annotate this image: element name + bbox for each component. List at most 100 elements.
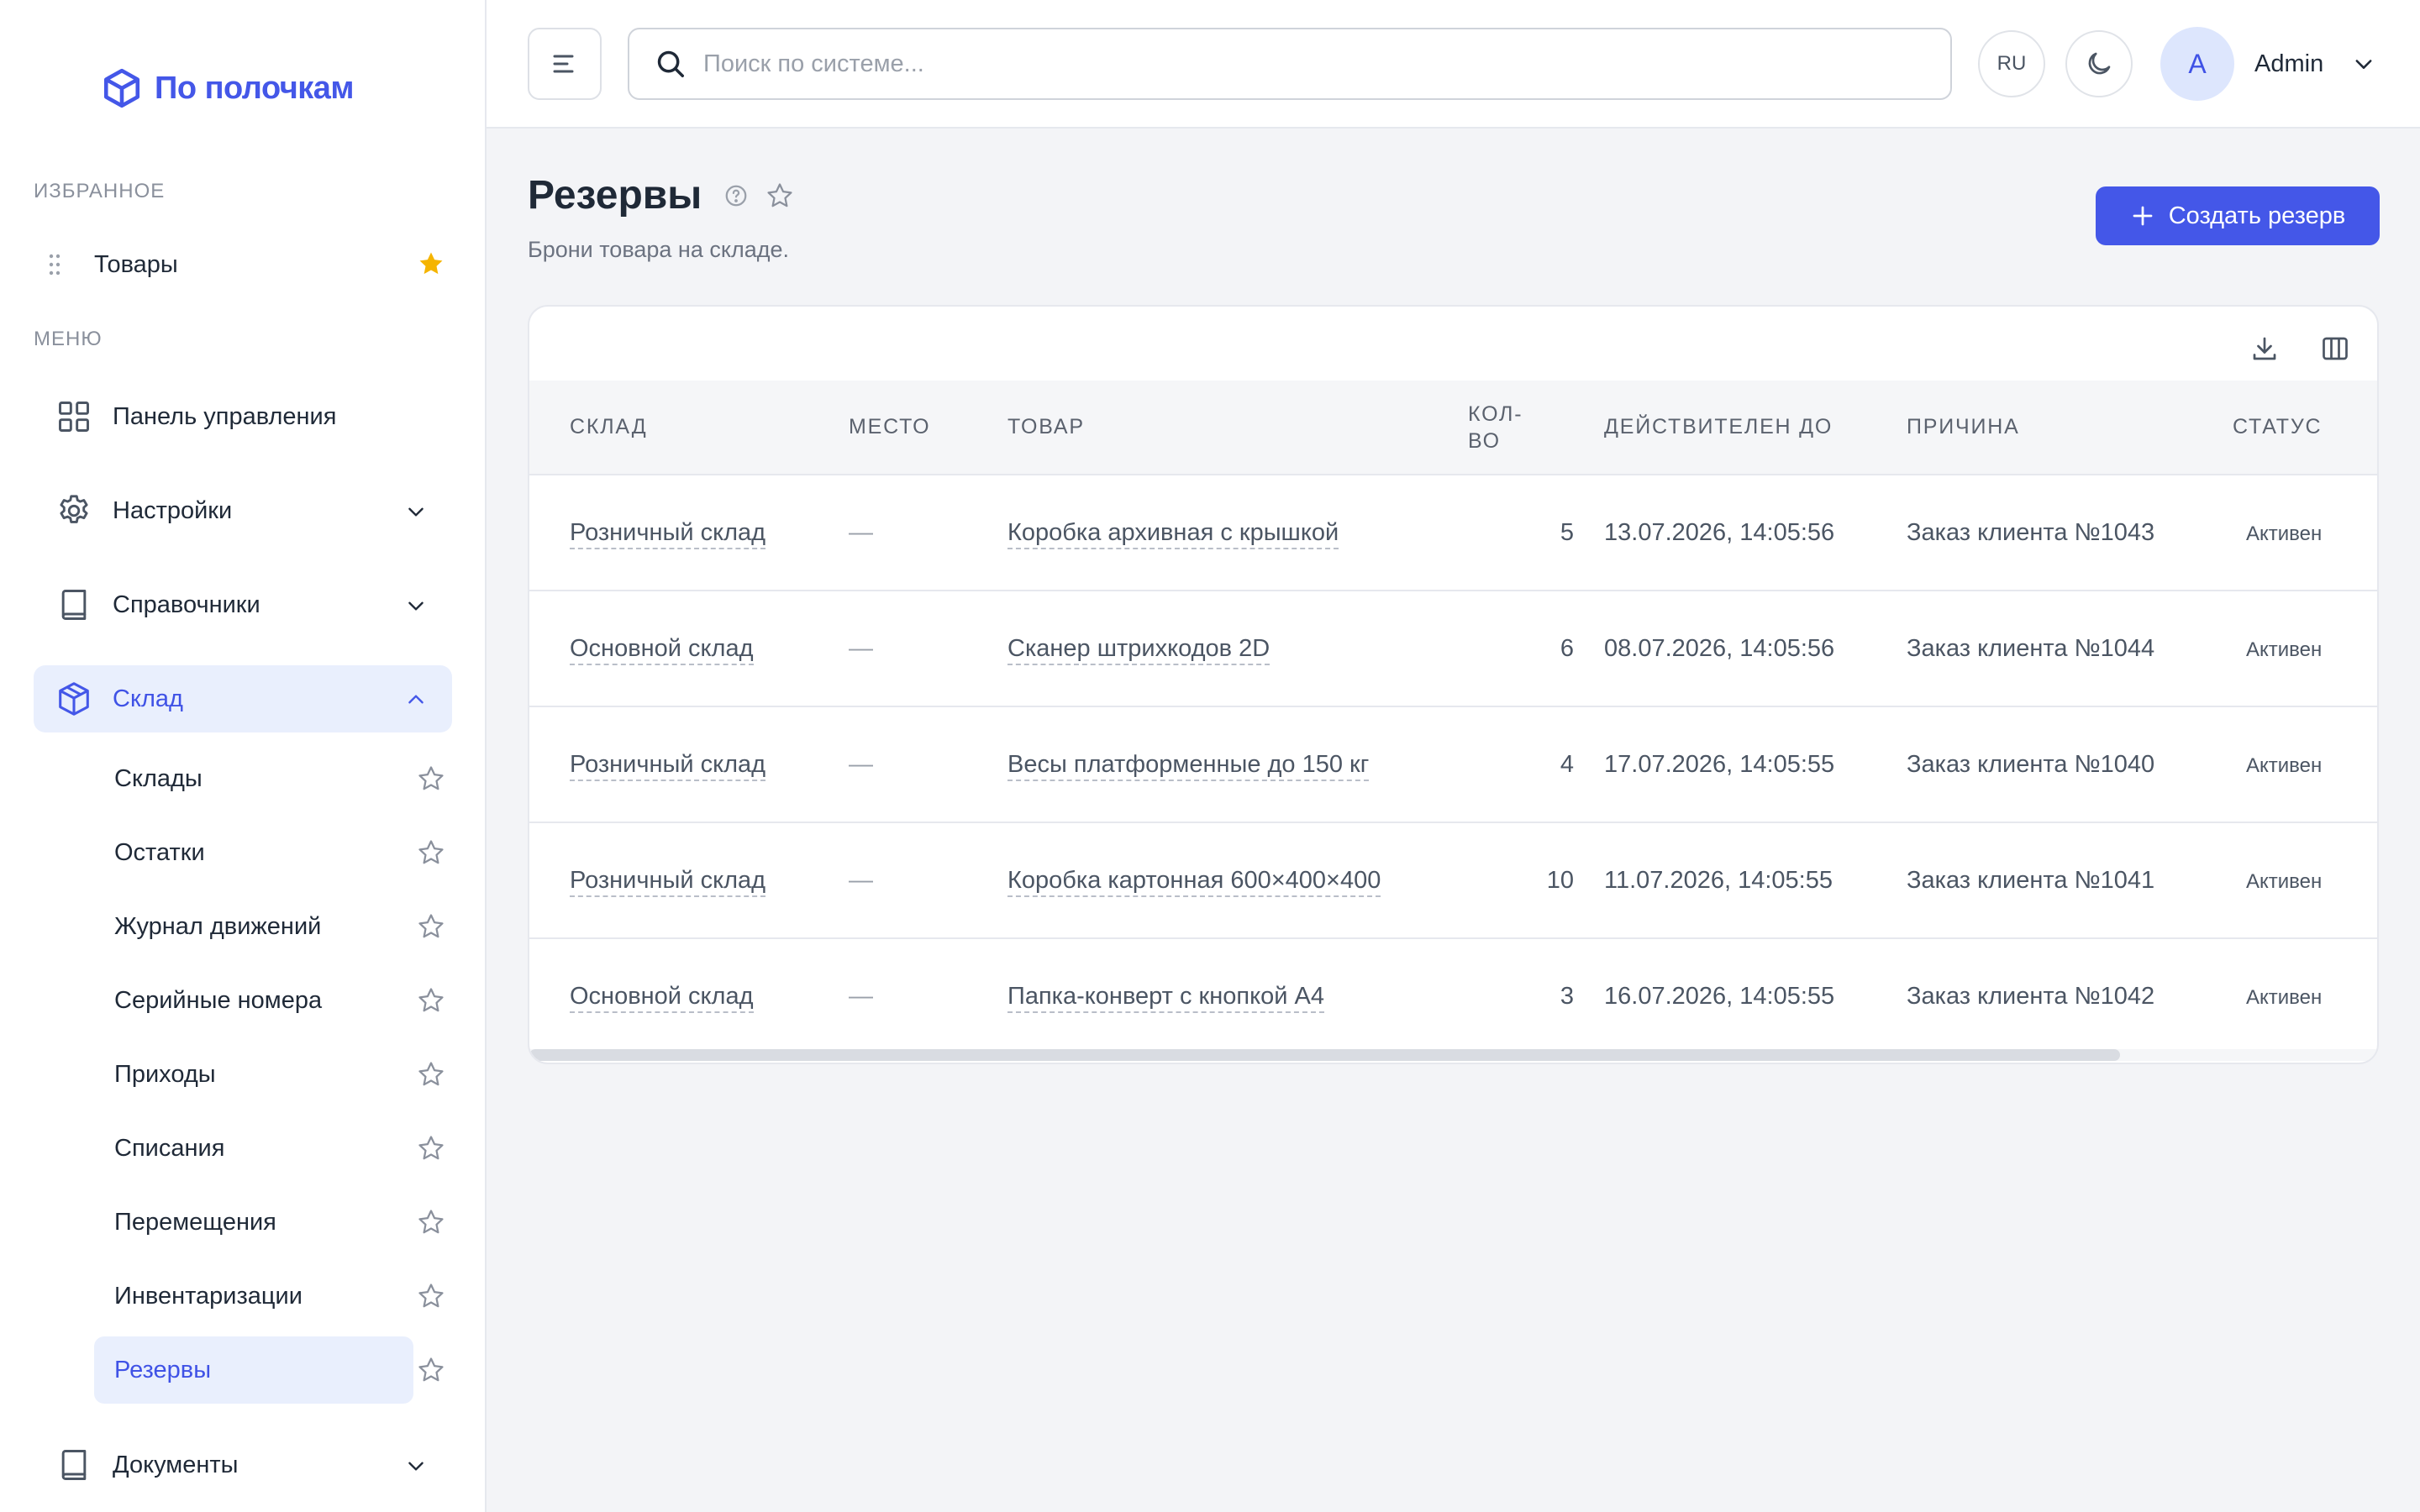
table-header-row: СКЛАД МЕСТО ТОВАР КОЛ- ВО ДЕЙСТВИТЕЛЕН Д… [529,381,2377,475]
column-header-warehouse[interactable]: СКЛАД [529,381,849,475]
drag-handle-icon[interactable] [42,254,67,276]
table-toolbar [2248,332,2352,365]
sidebar-subitem-stock[interactable]: Остатки [94,819,413,886]
sidebar-subitem-label: Склады [114,764,203,792]
columns-icon[interactable] [2318,332,2352,365]
status-badge: Активен [2246,753,2323,777]
book-icon [52,583,96,627]
menu-section-label: МЕНЮ [34,328,103,350]
reason-cell: Заказ клиента №1040 [1907,750,2155,778]
star-outline-icon[interactable] [765,181,794,210]
warehouse-link[interactable]: Розничный склад [570,866,766,897]
sidebar-subitem-transfers[interactable]: Перемещения [94,1189,413,1256]
column-header-place[interactable]: МЕСТО [849,381,1007,475]
star-outline-icon[interactable] [417,1060,445,1089]
star-filled-icon[interactable] [417,249,445,282]
chevron-up-icon [405,689,427,715]
sidebar-subitem-movement-log[interactable]: Журнал движений [94,893,413,960]
column-header-qty[interactable]: КОЛ- ВО [1468,381,1574,475]
sidebar-item-label: Склад [113,685,183,712]
product-link[interactable]: Сканер штрихкодов 2D [1007,634,1270,665]
warehouse-link[interactable]: Розничный склад [570,518,766,549]
valid-until-cell: 08.07.2026, 14:05:56 [1604,634,1835,662]
theme-toggle-button[interactable] [2065,30,2133,97]
column-header-valid-until[interactable]: ДЕЙСТВИТЕЛЕН ДО [1574,381,1876,475]
sidebar-item-references[interactable]: Справочники [34,571,452,638]
valid-until-cell: 16.07.2026, 14:05:55 [1604,983,1835,1010]
table-row[interactable]: Розничный склад — Коробка картонная 600×… [529,822,2377,938]
column-header-product[interactable]: ТОВАР [1007,381,1468,475]
sidebar: По полочкам ИЗБРАННОЕ Товары МЕНЮ Панель… [0,0,487,1512]
sidebar-subitem-label: Перемещения [114,1208,276,1236]
star-outline-icon[interactable] [417,838,445,867]
moon-icon [2088,52,2111,75]
warehouse-link[interactable]: Основной склад [570,634,754,665]
user-menu[interactable]: A Admin [2160,25,2375,102]
sidebar-subitem-label: Списания [114,1134,225,1162]
product-link[interactable]: Весы платформенные до 150 кг [1007,750,1370,781]
sidebar-item-dashboard[interactable]: Панель управления [34,383,452,450]
product-link[interactable]: Коробка архивная с крышкой [1007,518,1339,549]
star-outline-icon[interactable] [417,1356,445,1384]
favorites-section-label: ИЗБРАННОЕ [34,180,166,202]
place-cell: — [849,634,873,662]
page-title: Резервы [528,173,702,218]
sidebar-subitem-reserves[interactable]: Резервы [94,1336,413,1404]
column-header-reason[interactable]: ПРИЧИНА [1876,381,2202,475]
menu-toggle-button[interactable] [528,28,602,100]
sidebar-subitem-serial-numbers[interactable]: Серийные номера [94,967,413,1034]
qty-cell: 5 [1560,518,1574,546]
sidebar-subitem-label: Журнал движений [114,912,322,940]
plus-icon [2133,206,2153,226]
download-icon[interactable] [2248,332,2281,365]
reserves-table: СКЛАД МЕСТО ТОВАР КОЛ- ВО ДЕЙСТВИТЕЛЕН Д… [529,381,2377,1054]
chevron-down-icon [2352,52,2375,76]
box-icon [52,677,96,721]
column-header-status[interactable]: СТАТУС [2202,381,2377,475]
star-outline-icon[interactable] [417,1282,445,1310]
sidebar-item-label: Настройки [113,496,233,524]
product-link[interactable]: Коробка картонная 600×400×400 [1007,866,1381,897]
reserves-table-card: СКЛАД МЕСТО ТОВАР КОЛ- ВО ДЕЙСТВИТЕЛЕН Д… [528,305,2379,1064]
star-outline-icon[interactable] [417,1134,445,1163]
sidebar-item-documents[interactable]: Документы [34,1431,452,1499]
search-input[interactable] [703,50,1880,78]
page-subtitle: Брони товара на складе. [528,237,790,262]
table-row[interactable]: Розничный склад — Коробка архивная с кры… [529,475,2377,591]
app-logo[interactable]: По полочкам [101,67,355,109]
horizontal-scrollbar-thumb[interactable] [529,1049,2120,1061]
status-badge: Активен [2246,638,2323,661]
warehouse-link[interactable]: Розничный склад [570,750,766,781]
sidebar-subitem-inventories[interactable]: Инвентаризации [94,1263,413,1330]
favorite-item-goods[interactable]: Товары [34,244,454,286]
language-switch-button[interactable]: RU [1978,30,2045,97]
valid-until-cell: 17.07.2026, 14:05:55 [1604,750,1835,778]
product-link[interactable]: Папка-конверт с кнопкой А4 [1007,983,1324,1013]
sidebar-item-label: Документы [113,1451,239,1478]
sidebar-subitem-warehouses[interactable]: Склады [94,745,413,812]
sidebar-subitem-writeoffs[interactable]: Списания [94,1115,413,1182]
table-row[interactable]: Розничный склад — Весы платформенные до … [529,706,2377,822]
place-cell: — [849,750,873,778]
sidebar-item-warehouse[interactable]: Склад [34,665,452,732]
star-outline-icon[interactable] [417,764,445,793]
topbar: RU A Admin [487,0,2420,129]
sidebar-item-settings[interactable]: Настройки [34,477,452,544]
status-badge: Активен [2246,869,2323,893]
main-content: RU A Admin Резервы [487,0,2420,1512]
status-badge: Активен [2246,522,2323,545]
table-row[interactable]: Основной склад — Папка-конверт с кнопкой… [529,938,2377,1054]
book-icon [52,1443,96,1487]
star-outline-icon[interactable] [417,1208,445,1236]
avatar: A [2160,27,2234,101]
warehouse-link[interactable]: Основной склад [570,983,754,1013]
sidebar-subitem-receipts[interactable]: Приходы [94,1041,413,1108]
help-circle-icon[interactable] [723,183,749,208]
table-row[interactable]: Основной склад — Сканер штрихкодов 2D 6 … [529,591,2377,706]
create-reserve-button[interactable]: Создать резерв [2096,186,2380,245]
place-cell: — [849,866,873,894]
star-outline-icon[interactable] [417,912,445,941]
app-logo-text: По полочкам [155,70,355,106]
star-outline-icon[interactable] [417,986,445,1015]
search-bar[interactable] [628,28,1952,100]
